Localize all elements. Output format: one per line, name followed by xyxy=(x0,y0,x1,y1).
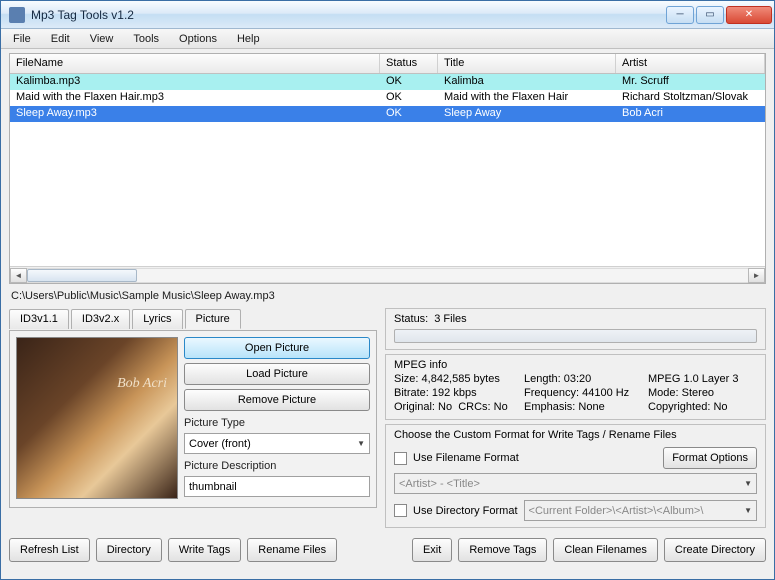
maximize-button[interactable]: ▭ xyxy=(696,6,724,24)
remove-picture-button[interactable]: Remove Picture xyxy=(184,389,370,411)
horizontal-scrollbar[interactable]: ◄ ► xyxy=(10,266,765,283)
tab-picture[interactable]: Picture xyxy=(185,309,241,329)
refresh-list-button[interactable]: Refresh List xyxy=(9,538,90,562)
filename-format-combo[interactable]: <Artist> - <Title> ▼ xyxy=(394,473,757,494)
use-directory-checkbox[interactable] xyxy=(394,504,407,517)
picture-type-combo[interactable]: Cover (front) ▼ xyxy=(184,433,370,454)
menubar: File Edit View Tools Options Help xyxy=(1,29,774,49)
scroll-left-icon[interactable]: ◄ xyxy=(10,268,27,283)
status-label: Status: xyxy=(394,313,428,325)
menu-options[interactable]: Options xyxy=(171,31,225,47)
file-path: C:\Users\Public\Music\Sample Music\Sleep… xyxy=(9,288,766,304)
album-art[interactable] xyxy=(16,337,178,499)
mpeg-heading: MPEG info xyxy=(394,359,757,371)
tag-tabs: ID3v1.1 ID3v2.x Lyrics Picture xyxy=(9,308,377,328)
tab-id3v2x[interactable]: ID3v2.x xyxy=(71,309,130,329)
directory-button[interactable]: Directory xyxy=(96,538,162,562)
menu-file[interactable]: File xyxy=(5,31,39,47)
create-directory-button[interactable]: Create Directory xyxy=(664,538,766,562)
menu-view[interactable]: View xyxy=(82,31,122,47)
format-heading: Choose the Custom Format for Write Tags … xyxy=(394,429,757,441)
scroll-right-icon[interactable]: ► xyxy=(748,268,765,283)
picture-desc-input[interactable]: thumbnail xyxy=(184,476,370,497)
col-artist[interactable]: Artist xyxy=(616,54,765,73)
menu-tools[interactable]: Tools xyxy=(125,31,167,47)
chevron-down-icon: ▼ xyxy=(744,479,752,488)
mpeg-info-group: MPEG info Size: 4,842,585 bytes Length: … xyxy=(385,354,766,420)
use-filename-checkbox[interactable] xyxy=(394,452,407,465)
close-button[interactable]: ✕ xyxy=(726,6,772,24)
clean-filenames-button[interactable]: Clean Filenames xyxy=(553,538,658,562)
remove-tags-button[interactable]: Remove Tags xyxy=(458,538,547,562)
progress-bar xyxy=(394,329,757,343)
directory-format-combo[interactable]: <Current Folder>\<Artist>\<Album>\ ▼ xyxy=(524,500,757,521)
minimize-button[interactable]: ─ xyxy=(666,6,694,24)
load-picture-button[interactable]: Load Picture xyxy=(184,363,370,385)
exit-button[interactable]: Exit xyxy=(412,538,452,562)
bottom-toolbar: Refresh List Directory Write Tags Rename… xyxy=(9,536,766,562)
window-title: Mp3 Tag Tools v1.2 xyxy=(31,8,666,22)
scroll-thumb[interactable] xyxy=(27,269,137,282)
col-filename[interactable]: FileName xyxy=(10,54,380,73)
file-list[interactable]: FileName Status Title Artist Kalimba.mp3… xyxy=(9,53,766,284)
chevron-down-icon: ▼ xyxy=(744,506,752,515)
app-window: Mp3 Tag Tools v1.2 ─ ▭ ✕ File Edit View … xyxy=(0,0,775,580)
menu-help[interactable]: Help xyxy=(229,31,268,47)
status-group: Status: 3 Files xyxy=(385,308,766,350)
titlebar[interactable]: Mp3 Tag Tools v1.2 ─ ▭ ✕ xyxy=(1,1,774,29)
file-list-header: FileName Status Title Artist xyxy=(10,54,765,74)
app-icon xyxy=(9,7,25,23)
table-row-selected[interactable]: Sleep Away.mp3 OK Sleep Away Bob Acri xyxy=(10,106,765,122)
picture-type-label: Picture Type xyxy=(184,417,370,429)
open-picture-button[interactable]: Open Picture xyxy=(184,337,370,359)
use-filename-label: Use Filename Format xyxy=(413,452,657,464)
write-tags-button[interactable]: Write Tags xyxy=(168,538,242,562)
picture-panel: Open Picture Load Picture Remove Picture… xyxy=(9,330,377,508)
tab-id3v11[interactable]: ID3v1.1 xyxy=(9,309,69,329)
status-value: 3 Files xyxy=(434,313,466,325)
chevron-down-icon: ▼ xyxy=(357,439,365,448)
use-directory-label: Use Directory Format xyxy=(413,505,518,517)
table-row[interactable]: Maid with the Flaxen Hair.mp3 OK Maid wi… xyxy=(10,90,765,106)
format-group: Choose the Custom Format for Write Tags … xyxy=(385,424,766,528)
menu-edit[interactable]: Edit xyxy=(43,31,78,47)
scroll-track[interactable] xyxy=(27,268,748,283)
col-title[interactable]: Title xyxy=(438,54,616,73)
rename-files-button[interactable]: Rename Files xyxy=(247,538,337,562)
format-options-button[interactable]: Format Options xyxy=(663,447,757,469)
picture-desc-label: Picture Description xyxy=(184,460,370,472)
col-status[interactable]: Status xyxy=(380,54,438,73)
table-row[interactable]: Kalimba.mp3 OK Kalimba Mr. Scruff xyxy=(10,74,765,90)
tab-lyrics[interactable]: Lyrics xyxy=(132,309,182,329)
